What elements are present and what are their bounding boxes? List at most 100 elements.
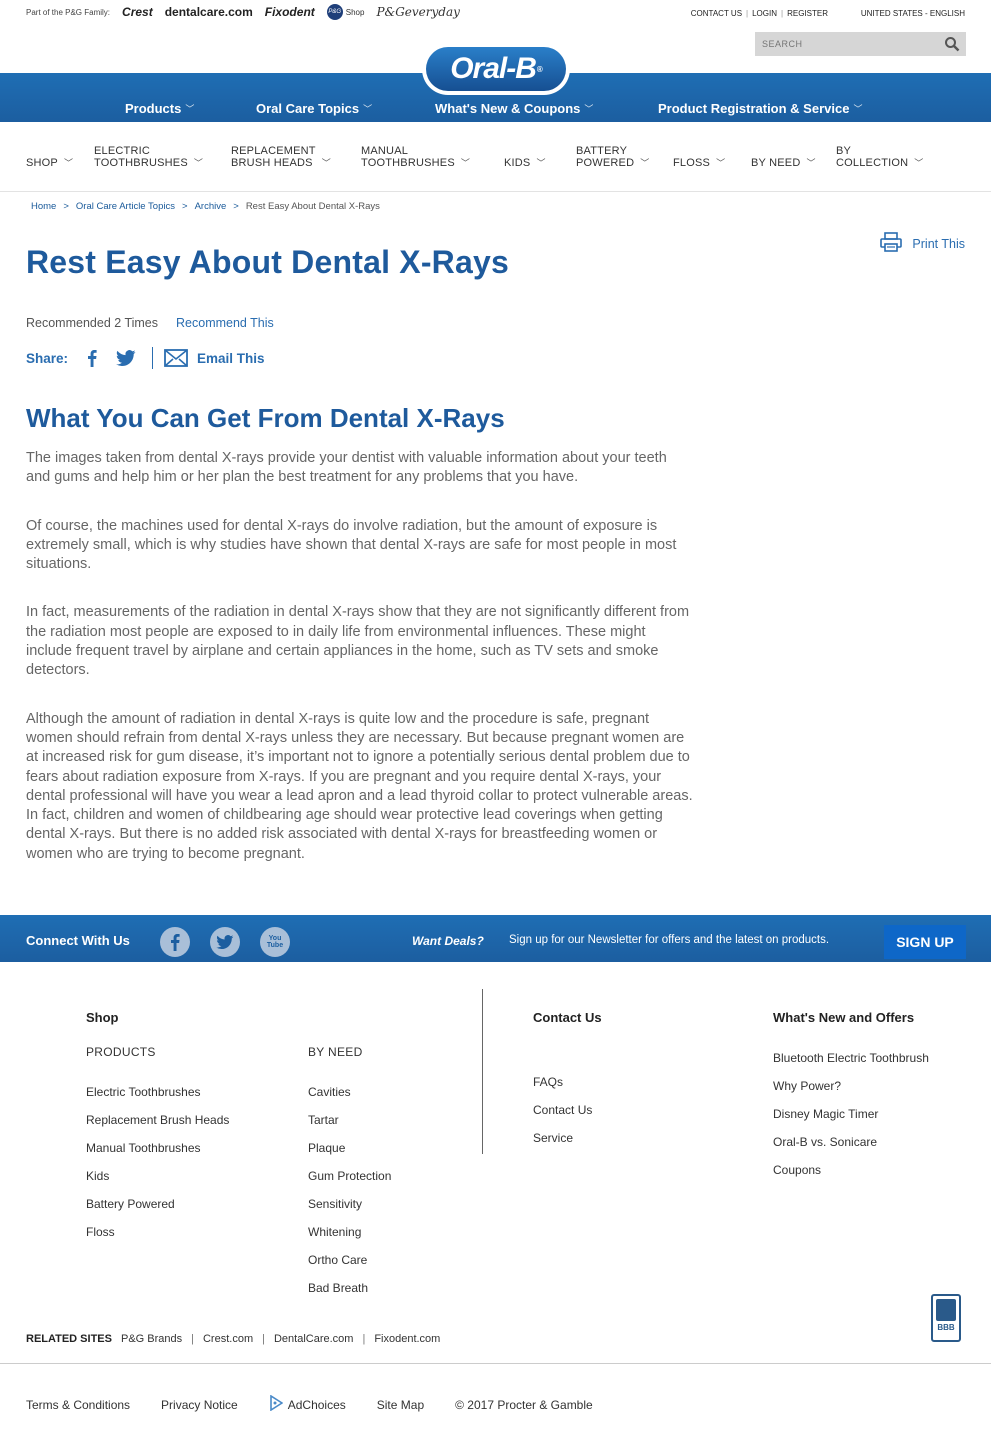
footer-link[interactable]: Plaque <box>308 1141 345 1155</box>
related-link[interactable]: Crest.com <box>203 1333 253 1345</box>
footer-link[interactable]: Manual Toothbrushes <box>86 1141 201 1155</box>
share-row: Share: Email This <box>26 346 265 370</box>
dentalcare-link[interactable]: dentalcare.com <box>165 5 253 19</box>
subnav-floss[interactable]: FLOSS ﹀ <box>673 157 725 169</box>
register-link[interactable]: REGISTER <box>787 9 828 18</box>
recommend-count: Recommended 2 Times <box>26 316 159 330</box>
article-paragraph: Of course, the machines used for dental … <box>26 517 677 573</box>
breadcrumb-topics[interactable]: Oral Care Article Topics <box>76 201 175 212</box>
privacy-link[interactable]: Privacy Notice <box>161 1398 238 1412</box>
footer-link[interactable]: Tartar <box>308 1113 339 1127</box>
footer-link[interactable]: Sensitivity <box>308 1197 362 1211</box>
footer-link[interactable]: FAQs <box>533 1075 563 1089</box>
contact-us-link[interactable]: CONTACT US <box>691 9 742 18</box>
footer-link[interactable]: Ortho Care <box>308 1253 367 1267</box>
chevron-down-icon: ﹀ <box>363 104 373 114</box>
nav-registration[interactable]: Product Registration & Service ﹀ <box>658 101 862 116</box>
region-selector[interactable]: UNITED STATES - ENGLISH <box>861 9 965 18</box>
pgeveryday-link[interactable]: P&Geveryday <box>376 5 459 19</box>
footer-link[interactable]: Service <box>533 1131 573 1145</box>
footer-link[interactable]: Why Power? <box>773 1079 841 1093</box>
search-icon[interactable] <box>944 36 960 52</box>
facebook-icon[interactable] <box>160 927 190 957</box>
footer-link[interactable]: Floss <box>86 1225 115 1239</box>
chevron-down-icon: ﹀ <box>716 158 726 168</box>
footer-link[interactable]: Bad Breath <box>308 1281 368 1295</box>
family-label: Part of the P&G Family: <box>26 7 111 17</box>
login-link[interactable]: LOGIN <box>752 9 777 18</box>
oral-b-logo[interactable]: Oral-B ® <box>422 43 570 95</box>
print-button[interactable]: Print This <box>880 232 965 255</box>
footer-shop-title: Shop <box>86 1010 119 1025</box>
bbb-torch-icon <box>936 1299 956 1321</box>
related-link[interactable]: P&G Brands <box>121 1333 182 1345</box>
footer-link[interactable]: Whitening <box>308 1225 361 1239</box>
search-box <box>755 32 966 56</box>
page-title: Rest Easy About Dental X-Rays <box>26 244 509 280</box>
footer-link[interactable]: Battery Powered <box>86 1197 175 1211</box>
print-label: Print This <box>912 236 965 251</box>
search-input[interactable] <box>762 39 932 49</box>
fixodent-link[interactable]: Fixodent <box>265 5 315 19</box>
nav-products[interactable]: Products ﹀ <box>125 101 194 116</box>
sitemap-link[interactable]: Site Map <box>377 1398 424 1412</box>
subnav-battery-powered[interactable]: BATTERY POWERED ﹀ <box>576 145 649 169</box>
footer-divider <box>482 989 483 1154</box>
recommend-link[interactable]: Recommend This <box>176 316 274 330</box>
breadcrumb-home[interactable]: Home <box>31 201 56 212</box>
adchoices-link[interactable]: AdChoices <box>269 1394 346 1414</box>
email-this-link[interactable]: Email This <box>197 351 265 366</box>
twitter-icon[interactable] <box>210 927 240 957</box>
footer-byneed-label: BY NEED <box>308 1045 363 1059</box>
related-link[interactable]: DentalCare.com <box>274 1333 353 1345</box>
subnav-replacement-brush-heads[interactable]: REPLACEMENT BRUSH HEADS ﹀ <box>231 145 331 169</box>
twitter-icon[interactable] <box>116 348 136 368</box>
subnav-kids[interactable]: KIDS ﹀ <box>504 157 546 169</box>
chevron-down-icon: ﹀ <box>640 158 650 168</box>
bbb-accredited-badge[interactable]: BBB <box>931 1294 961 1342</box>
deals-label: Want Deals? <box>412 934 484 948</box>
copyright: © 2017 Procter & Gamble <box>455 1397 593 1412</box>
chevron-down-icon: ﹀ <box>321 158 331 168</box>
subnav-by-collection[interactable]: BY COLLECTION ﹀ <box>836 145 924 169</box>
subnav-electric-toothbrushes[interactable]: ELECTRIC TOOTHBRUSHES ﹀ <box>94 145 203 169</box>
breadcrumb: Home > Oral Care Article Topics > Archiv… <box>31 201 380 212</box>
related-link[interactable]: Fixodent.com <box>374 1333 440 1345</box>
footer-news-list: Bluetooth Electric Toothbrush Why Power?… <box>773 1051 929 1191</box>
breadcrumb-archive[interactable]: Archive <box>195 201 227 212</box>
footer-link[interactable]: Replacement Brush Heads <box>86 1113 229 1127</box>
article-body: The images taken from dental X-rays prov… <box>26 449 694 893</box>
pg-logo-icon: P&G <box>326 4 343 20</box>
subnav-shop[interactable]: SHOP ﹀ <box>26 157 73 169</box>
sign-up-button[interactable]: SIGN UP <box>884 925 966 959</box>
facebook-icon[interactable] <box>82 348 102 368</box>
crest-link[interactable]: Crest <box>122 5 153 19</box>
subnav-by-need[interactable]: BY NEED ﹀ <box>751 157 816 169</box>
nav-oral-care-topics[interactable]: Oral Care Topics ﹀ <box>256 101 372 116</box>
footer-link[interactable]: Electric Toothbrushes <box>86 1085 201 1099</box>
footer-link[interactable]: Cavities <box>308 1085 351 1099</box>
nav-whats-new[interactable]: What's New & Coupons ﹀ <box>435 101 593 116</box>
chevron-down-icon: ﹀ <box>63 158 74 168</box>
footer-link[interactable]: Disney Magic Timer <box>773 1107 878 1121</box>
footer-news-title: What's New and Offers <box>773 1010 915 1025</box>
recommend-row: Recommended 2 Times Recommend This <box>26 316 274 330</box>
breadcrumb-current: Rest Easy About Dental X-Rays <box>245 201 380 212</box>
youtube-icon[interactable]: You Tube <box>260 927 290 957</box>
pg-shop-link[interactable]: P&G Shop <box>326 4 364 20</box>
share-label: Share: <box>26 350 69 366</box>
terms-link[interactable]: Terms & Conditions <box>26 1398 130 1412</box>
footer-link[interactable]: Coupons <box>773 1163 821 1177</box>
footer-link[interactable]: Oral-B vs. Sonicare <box>773 1135 877 1149</box>
footer-link[interactable]: Contact Us <box>533 1103 592 1117</box>
subnav-manual-toothbrushes[interactable]: MANUAL TOOTHBRUSHES ﹀ <box>361 145 470 169</box>
article-subtitle: What You Can Get From Dental X-Rays <box>26 403 505 433</box>
sub-nav: SHOP ﹀ ELECTRIC TOOTHBRUSHES ﹀ REPLACEMENT B… <box>0 122 991 192</box>
footer-products-list: Electric Toothbrushes Replacement Brush … <box>86 1085 229 1253</box>
footer-products-label: PRODUCTS <box>86 1045 156 1059</box>
footer-link[interactable]: Gum Protection <box>308 1169 391 1183</box>
footer-link[interactable]: Bluetooth Electric Toothbrush <box>773 1051 929 1065</box>
footer-link[interactable]: Kids <box>86 1169 109 1183</box>
email-icon[interactable] <box>163 348 189 368</box>
footer-contact-title: Contact Us <box>533 1010 602 1025</box>
